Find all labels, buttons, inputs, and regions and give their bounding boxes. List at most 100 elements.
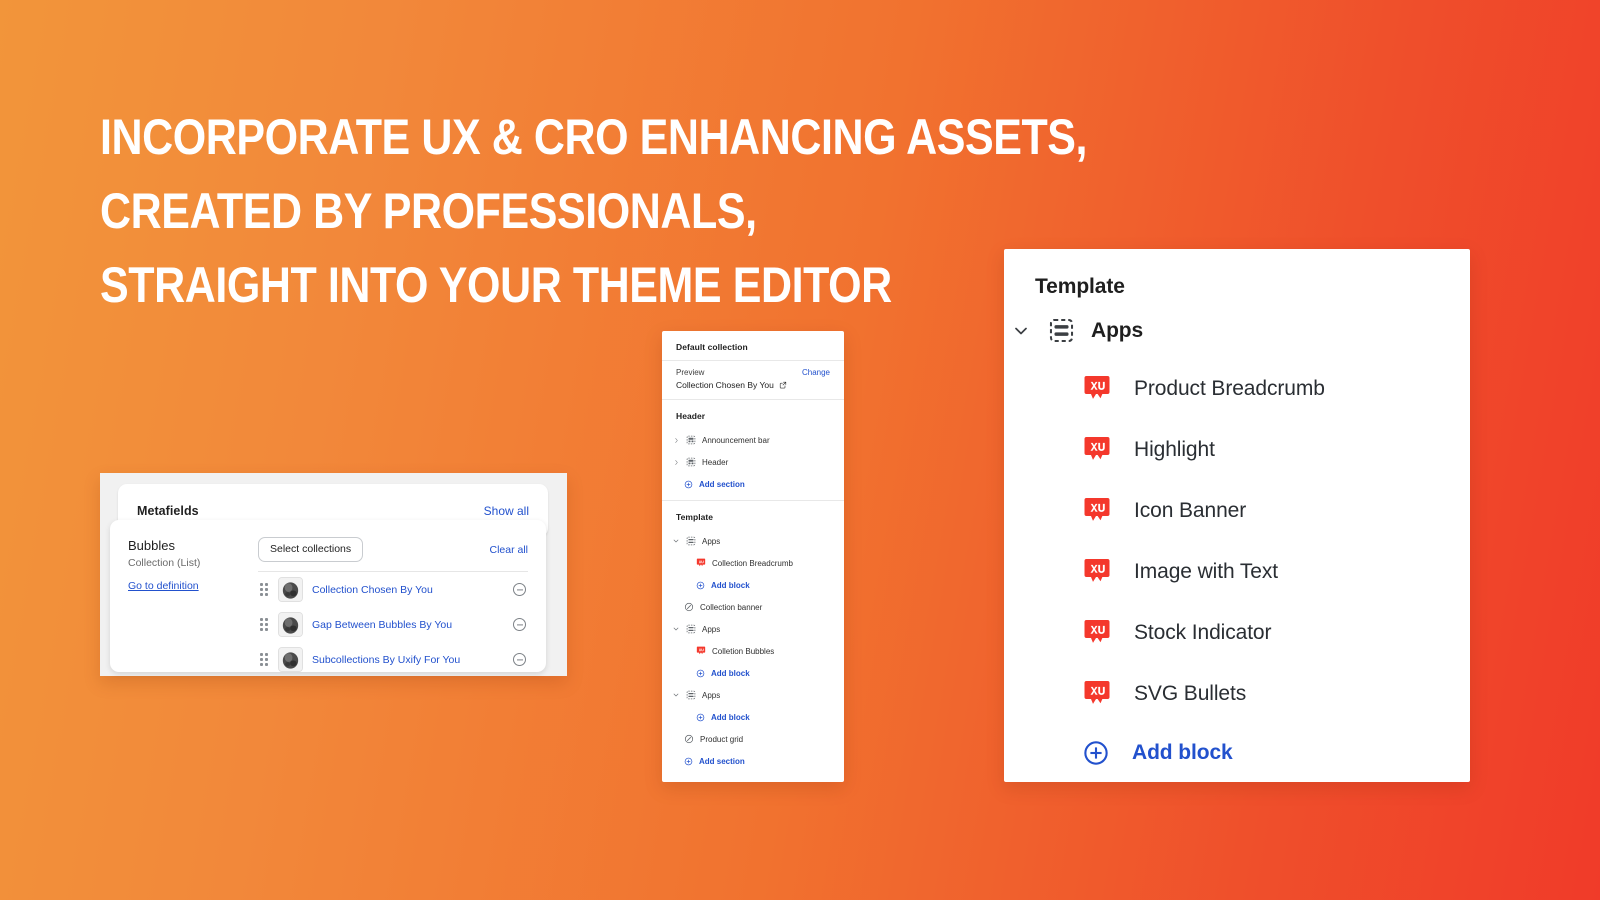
remove-icon[interactable] [513, 618, 526, 631]
metafield-definition: Bubbles Collection (List) Go to definiti… [110, 537, 258, 672]
page-title: Template [1035, 275, 1125, 298]
add-block-button-2[interactable]: Add block [662, 662, 844, 684]
section-item-apps[interactable]: Apps [1004, 299, 1470, 344]
plus-circle-icon [696, 713, 705, 722]
preview-value: Collection Chosen By You [676, 380, 830, 390]
remove-icon[interactable] [513, 653, 526, 666]
uxify-icon [1082, 679, 1112, 709]
collection-thumbnail [278, 577, 303, 602]
collection-name[interactable]: Subcollections By Uxify For You [312, 654, 504, 666]
drag-handle-icon[interactable] [260, 653, 269, 666]
section-label: Product grid [700, 734, 744, 744]
section-label: Apps [702, 624, 721, 634]
section-item-apps-1[interactable]: Apps [662, 530, 844, 552]
metafield-name: Bubbles [128, 538, 175, 553]
chevron-right-icon[interactable] [672, 458, 680, 466]
metafield-type: Collection (List) [128, 557, 201, 569]
show-all-link[interactable]: Show all [484, 504, 529, 518]
plus-circle-icon [1082, 739, 1110, 767]
add-section-label: Add section [699, 479, 745, 489]
selected-collections-list: Collection Chosen By You Gap Between Bub… [258, 571, 528, 677]
metafield-value-area: Select collections Clear all Collection … [258, 537, 546, 672]
chevron-down-icon[interactable] [1010, 320, 1032, 342]
block-item-product-breadcrumb[interactable]: Product Breadcrumb [1004, 358, 1470, 419]
block-item-collection-bubbles[interactable]: Colletion Bubbles [662, 640, 844, 662]
change-preview-link[interactable]: Change [802, 368, 830, 377]
section-item-collection-banner[interactable]: Collection banner [662, 596, 844, 618]
list-item[interactable]: Collection Chosen By You [258, 572, 528, 607]
section-item-header[interactable]: Header [662, 451, 844, 473]
uxify-icon [1082, 618, 1112, 648]
add-block-label: Add block [711, 668, 750, 678]
list-item[interactable]: Subcollections By Uxify For You [258, 642, 528, 677]
apps-icon [686, 536, 696, 546]
section-label: Apps [702, 536, 721, 546]
block-label: Icon Banner [1134, 498, 1247, 522]
clear-all-link[interactable]: Clear all [489, 544, 528, 556]
header-group-title: Header [676, 411, 706, 421]
uxify-icon [1082, 557, 1112, 587]
preview-value-text: Collection Chosen By You [676, 380, 774, 390]
section-label: Collection banner [700, 602, 763, 612]
external-link-icon[interactable] [779, 381, 787, 389]
block-label: Stock Indicator [1134, 620, 1272, 644]
list-item[interactable]: Gap Between Bubbles By You [258, 607, 528, 642]
headline-line-3: STRAIGHT INTO YOUR THEME EDITOR [100, 257, 892, 313]
block-label: Highlight [1134, 437, 1215, 461]
section-item-apps-3[interactable]: Apps [662, 684, 844, 706]
plus-circle-icon [684, 480, 693, 489]
section-label: Apps [1091, 318, 1144, 342]
drag-handle-icon[interactable] [260, 583, 269, 596]
theme-sections-panel: Default collection Preview Change Collec… [662, 331, 844, 782]
section-item-announcement-bar[interactable]: Announcement bar [662, 429, 844, 451]
block-item-collection-breadcrumb[interactable]: Collection Breadcrumb [662, 552, 844, 574]
collection-thumbnail [278, 612, 303, 637]
chevron-right-icon[interactable] [672, 436, 680, 444]
add-block-button[interactable]: Add block [1004, 724, 1470, 782]
section-icon [686, 435, 696, 445]
block-label: Product Breadcrumb [1134, 376, 1325, 400]
block-label: SVG Bullets [1134, 681, 1247, 705]
select-collections-button[interactable]: Select collections [258, 537, 364, 562]
chevron-down-icon[interactable] [672, 625, 680, 633]
add-section-button-header[interactable]: Add section [662, 473, 844, 495]
chevron-down-icon[interactable] [672, 537, 680, 545]
hero-headline: INCORPORATE UX & CRO ENHANCING ASSETS, C… [100, 100, 1087, 322]
template-panel: Template Apps Product Breadcrumb Highlig… [1004, 249, 1470, 782]
metafields-title: Metafields [137, 503, 199, 518]
add-section-label: Add section [699, 756, 745, 766]
add-block-button-3[interactable]: Add block [662, 706, 844, 728]
block-label: Collection Breadcrumb [712, 558, 793, 568]
slash-circle-icon [684, 734, 694, 744]
apps-icon [1048, 317, 1075, 344]
add-block-button-1[interactable]: Add block [662, 574, 844, 596]
collection-name[interactable]: Collection Chosen By You [312, 584, 504, 596]
remove-icon[interactable] [513, 583, 526, 596]
chevron-down-icon[interactable] [672, 691, 680, 699]
section-item-apps-2[interactable]: Apps [662, 618, 844, 640]
metafields-card: Metafields Show all Bubbles Collection (… [100, 473, 567, 676]
add-section-button-template[interactable]: Add section [662, 750, 844, 772]
block-item-icon-banner[interactable]: Icon Banner [1004, 480, 1470, 541]
metafields-body-card: Bubbles Collection (List) Go to definiti… [110, 520, 546, 672]
block-label: Image with Text [1134, 559, 1279, 583]
section-label: Header [702, 457, 729, 467]
block-item-image-with-text[interactable]: Image with Text [1004, 541, 1470, 602]
plus-circle-icon [696, 669, 705, 678]
block-item-stock-indicator[interactable]: Stock Indicator [1004, 602, 1470, 663]
apps-icon [686, 690, 696, 700]
add-block-label: Add block [711, 712, 750, 722]
add-block-label: Add block [1132, 741, 1233, 764]
section-label: Apps [702, 690, 721, 700]
collection-thumbnail [278, 647, 303, 672]
collection-name[interactable]: Gap Between Bubbles By You [312, 619, 504, 631]
uxify-icon [1082, 435, 1112, 465]
section-item-product-grid[interactable]: Product grid [662, 728, 844, 750]
block-item-svg-bullets[interactable]: SVG Bullets [1004, 663, 1470, 724]
headline-line-2: CREATED BY PROFESSIONALS, [100, 183, 757, 239]
drag-handle-icon[interactable] [260, 618, 269, 631]
plus-circle-icon [696, 581, 705, 590]
go-to-definition-link[interactable]: Go to definition [128, 580, 199, 592]
block-item-highlight[interactable]: Highlight [1004, 419, 1470, 480]
section-icon [686, 457, 696, 467]
